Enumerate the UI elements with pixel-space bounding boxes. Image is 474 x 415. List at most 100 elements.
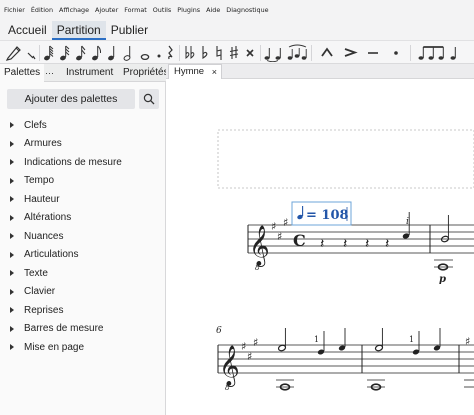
score-tab-hymne[interactable]: Hymne × (168, 64, 222, 79)
system-2: 6 𝄞 8 ♯ ♯ ♯ 1 1 ♯ (216, 326, 474, 392)
palette-mise-en-page[interactable]: Mise en page (0, 338, 166, 357)
system-1: 𝄞 8 ♯ ♯ ♯ C = 108 𝄽 𝄽 𝄽 𝄽 i p (247, 201, 474, 285)
palette-label: Altérations (24, 212, 72, 224)
palette-armures[interactable]: Armures (0, 135, 166, 154)
treble-clef-icon[interactable]: 𝄞 (249, 226, 270, 267)
palette-label: Tempo (24, 175, 55, 187)
score-canvas[interactable]: 𝄞 8 ♯ ♯ ♯ C = 108 𝄽 𝄽 𝄽 𝄽 i p 6 𝄞 8 ♯ ♯ … (166, 79, 474, 415)
time-signature[interactable]: C (293, 231, 306, 250)
quarter-rests[interactable]: 𝄽 𝄽 𝄽 𝄽 (320, 236, 389, 252)
menu-plugins[interactable]: Plugins (177, 6, 200, 14)
palette-clavier[interactable]: Clavier (0, 283, 166, 302)
default-mode-icon[interactable] (4, 43, 24, 62)
treble-clef-icon[interactable]: 𝄞 (219, 346, 240, 387)
menu-affichage[interactable]: Affichage (59, 6, 89, 14)
add-palettes-button[interactable]: Ajouter des palettes (7, 89, 135, 109)
svg-text:𝄽: 𝄽 (320, 236, 324, 252)
palette-texte[interactable]: Texte (0, 264, 166, 283)
flat-icon[interactable] (199, 43, 211, 62)
svg-text:♯: ♯ (271, 220, 276, 233)
chevron-right-icon (10, 233, 14, 239)
eighth-note-icon[interactable] (90, 43, 104, 62)
tab-accueil[interactable]: Accueil (3, 21, 52, 40)
measure-number: 6 (216, 326, 222, 336)
svg-text:♯: ♯ (277, 230, 282, 243)
tempo-text: = 108 (306, 208, 349, 223)
note-input-toolbar (0, 40, 474, 64)
palette-label: Mise en page (24, 341, 85, 353)
palette-label: Clefs (24, 119, 47, 131)
tab-publier[interactable]: Publier (106, 21, 153, 40)
menu-bar: Fichier Édition Affichage Ajouter Format… (0, 0, 474, 20)
dynamic-p[interactable]: p (439, 274, 446, 285)
palette-barres-de-mesure[interactable]: Barres de mesure (0, 320, 166, 339)
close-icon[interactable]: × (212, 65, 217, 79)
augmentation-dot-icon[interactable] (154, 43, 164, 62)
slur-icon[interactable] (286, 43, 308, 62)
sharp-icon[interactable] (227, 43, 241, 62)
palette-label: Texte (24, 267, 48, 279)
palette-reprises[interactable]: Reprises (0, 301, 166, 320)
tie-icon[interactable] (263, 43, 285, 62)
palette-tempo[interactable]: Tempo (0, 172, 166, 191)
chevron-right-icon (10, 270, 14, 276)
panel-more-icon[interactable]: ··· (45, 64, 61, 82)
rest-icon[interactable] (164, 43, 176, 62)
quarter-note-icon[interactable] (106, 43, 120, 62)
chevron-right-icon (10, 177, 14, 184)
palette-label: Articulations (24, 249, 79, 261)
sixteenth-note-icon[interactable] (74, 43, 88, 62)
half-note-icon[interactable] (122, 43, 136, 62)
palette-indications-de-mesure[interactable]: Indications de mesure (0, 153, 166, 172)
title-frame[interactable] (217, 129, 474, 189)
palette-clefs[interactable]: Clefs (0, 116, 166, 135)
key-signature[interactable]: ♯ (465, 335, 470, 348)
menu-edition[interactable]: Édition (31, 6, 53, 14)
sixty-fourth-note-icon[interactable] (42, 43, 56, 62)
octave-8-icon: 8 (255, 264, 260, 272)
tuplet-icon[interactable] (416, 43, 456, 62)
marcato-icon[interactable] (317, 43, 337, 62)
accent-icon[interactable] (340, 43, 360, 62)
fingering-1[interactable]: 1 (314, 335, 319, 344)
menu-ajouter[interactable]: Ajouter (95, 6, 118, 14)
whole-note-icon[interactable] (138, 43, 152, 62)
menu-fichier[interactable]: Fichier (4, 6, 25, 14)
staccato-icon[interactable] (386, 43, 406, 62)
menu-outils[interactable]: Outils (153, 6, 171, 14)
menu-diagnostique[interactable]: Diagnostique (226, 6, 268, 14)
palette-articulations[interactable]: Articulations (0, 246, 166, 265)
tab-partition[interactable]: Partition (51, 20, 106, 40)
chevron-right-icon (10, 251, 14, 258)
tenuto-icon[interactable] (363, 43, 383, 62)
palette-hauteur[interactable]: Hauteur (0, 190, 166, 209)
tempo-marking[interactable]: = 108 (291, 201, 352, 226)
fingering-1[interactable]: 1 (409, 335, 414, 344)
fingering-i[interactable]: i (406, 217, 409, 227)
palette-nuances[interactable]: Nuances (0, 227, 166, 246)
search-icon (143, 93, 155, 105)
double-sharp-icon[interactable] (243, 43, 257, 62)
palette-search-button[interactable] (139, 89, 159, 109)
octave-8-icon: 8 (225, 384, 230, 392)
tab-instruments[interactable]: Instrument (62, 64, 119, 82)
thirty-second-note-icon[interactable] (58, 43, 72, 62)
palette-label: Nuances (24, 230, 64, 242)
palette-label: Reprises (24, 304, 64, 316)
palette-label: Armures (24, 138, 62, 150)
chevron-right-icon (10, 140, 14, 147)
double-flat-icon[interactable] (183, 43, 197, 62)
palette-alterations[interactable]: Altérations (0, 209, 166, 228)
tab-proprietes[interactable]: Propriétés (120, 64, 166, 82)
svg-text:♯: ♯ (465, 335, 470, 348)
menu-format[interactable]: Format (124, 6, 147, 14)
chevron-right-icon (10, 214, 14, 221)
svg-text:𝄽: 𝄽 (385, 236, 389, 252)
menu-aide[interactable]: Aide (206, 6, 220, 14)
chevron-right-icon (10, 344, 14, 350)
chevron-right-icon (10, 325, 14, 332)
tab-palettes[interactable]: Palettes (0, 64, 44, 82)
svg-text:♯: ♯ (247, 350, 252, 363)
pen-input-icon[interactable] (25, 43, 37, 62)
natural-icon[interactable] (213, 43, 225, 62)
